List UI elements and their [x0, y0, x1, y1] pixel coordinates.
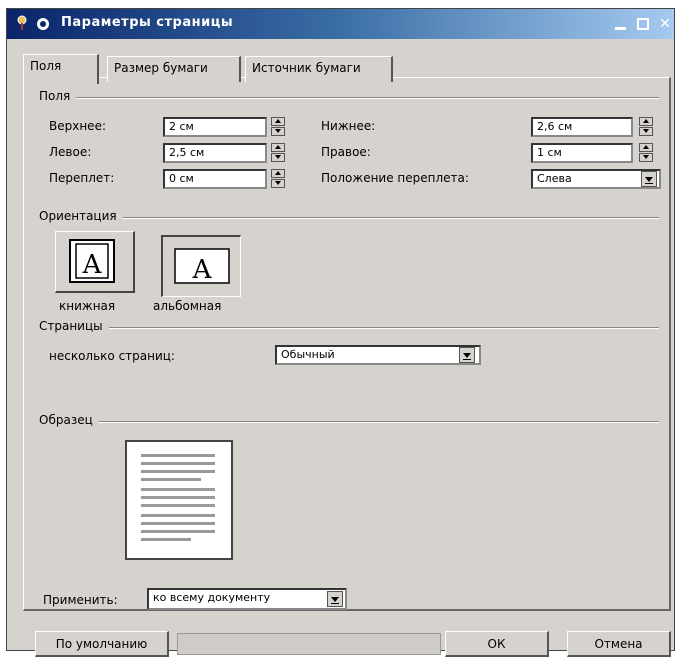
portrait-page-icon: A	[69, 239, 115, 283]
multiple-pages-label: несколько страниц:	[49, 349, 175, 363]
top-margin-spinner[interactable]	[271, 117, 285, 137]
tab-label: Источник бумаги	[252, 61, 361, 75]
chevron-down-icon[interactable]	[459, 347, 475, 363]
left-margin-label: Левое:	[49, 145, 92, 159]
landscape-option[interactable]: A	[161, 235, 241, 297]
top-margin-input[interactable]: 2 см	[163, 117, 267, 137]
preview-line	[141, 488, 215, 491]
minimize-button[interactable]	[613, 16, 629, 32]
status-area	[177, 633, 441, 655]
group-divider	[39, 327, 659, 329]
spin-up-icon[interactable]	[271, 143, 285, 152]
page-preview	[125, 440, 233, 560]
bottom-margin-input[interactable]: 2,6 см	[531, 117, 633, 137]
preview-line	[141, 514, 215, 517]
gutter-label: Переплет:	[49, 171, 115, 185]
group-label: Ориентация	[39, 209, 123, 223]
cancel-button[interactable]: Отмена	[567, 631, 671, 657]
group-label: Страницы	[39, 319, 109, 333]
landscape-label: альбомная	[153, 299, 222, 313]
group-divider	[39, 217, 659, 219]
preview-line	[141, 470, 215, 473]
preview-line	[141, 478, 201, 481]
top-margin-label: Верхнее:	[49, 119, 106, 133]
spin-down-icon[interactable]	[271, 127, 285, 136]
spin-down-icon[interactable]	[271, 179, 285, 188]
preview-line	[141, 496, 215, 499]
window-title: Параметры страницы	[61, 15, 234, 30]
gutter-input[interactable]: 0 см	[163, 169, 267, 189]
tab-label: Размер бумаги	[114, 61, 208, 75]
tab-label: Поля	[30, 59, 62, 73]
landscape-page-icon: A	[174, 248, 230, 285]
spin-up-icon[interactable]	[639, 143, 653, 152]
title-bar[interactable]: Параметры страницы ✕	[7, 9, 674, 39]
preview-line	[141, 538, 191, 541]
apply-to-label: Применить:	[43, 593, 118, 607]
ok-button[interactable]: ОК	[445, 631, 549, 657]
chevron-down-icon[interactable]	[641, 171, 657, 187]
maximize-button[interactable]	[635, 16, 651, 32]
page-setup-dialog: Параметры страницы ✕ Поля Размер бумаги …	[6, 8, 675, 657]
preview-line	[141, 454, 215, 457]
window-menu-icon[interactable]	[37, 18, 49, 30]
preview-line	[141, 522, 215, 525]
preview-line	[141, 530, 215, 533]
default-button[interactable]: По умолчанию	[35, 631, 169, 657]
preview-line	[141, 462, 215, 465]
close-button[interactable]: ✕	[657, 16, 673, 32]
tab-margins[interactable]: Поля	[23, 54, 99, 84]
spin-up-icon[interactable]	[639, 117, 653, 126]
gutter-spinner[interactable]	[271, 169, 285, 189]
apply-to-select[interactable]: ко всему документу	[147, 588, 347, 610]
group-divider	[39, 97, 659, 99]
select-value: ко всему документу	[153, 591, 271, 604]
portrait-label: книжная	[59, 299, 116, 313]
spin-up-icon[interactable]	[271, 169, 285, 178]
svg-text:A: A	[82, 250, 103, 280]
right-margin-input[interactable]: 1 см	[531, 143, 633, 163]
spin-down-icon[interactable]	[271, 153, 285, 162]
gutter-position-label: Положение переплета:	[321, 171, 469, 185]
right-margin-spinner[interactable]	[639, 143, 653, 163]
select-value: Слева	[537, 172, 572, 185]
tab-paper-source[interactable]: Источник бумаги	[245, 56, 393, 82]
tab-paper-size[interactable]: Размер бумаги	[107, 56, 241, 82]
spin-down-icon[interactable]	[639, 153, 653, 162]
multiple-pages-select[interactable]: Обычный	[275, 345, 481, 365]
app-icon	[17, 15, 27, 30]
left-margin-spinner[interactable]	[271, 143, 285, 163]
group-label: Образец	[39, 413, 99, 427]
bottom-margin-spinner[interactable]	[639, 117, 653, 137]
group-divider	[39, 421, 659, 423]
chevron-down-icon[interactable]	[327, 591, 343, 607]
spin-down-icon[interactable]	[639, 127, 653, 136]
portrait-option[interactable]: A	[55, 231, 135, 293]
svg-text:A: A	[192, 255, 213, 285]
group-label: Поля	[39, 89, 77, 103]
preview-line	[141, 504, 215, 507]
right-margin-label: Правое:	[321, 145, 371, 159]
gutter-position-select[interactable]: Слева	[531, 169, 661, 189]
bottom-margin-label: Нижнее:	[321, 119, 376, 133]
left-margin-input[interactable]: 2,5 см	[163, 143, 267, 163]
spin-up-icon[interactable]	[271, 117, 285, 126]
select-value: Обычный	[281, 348, 335, 361]
